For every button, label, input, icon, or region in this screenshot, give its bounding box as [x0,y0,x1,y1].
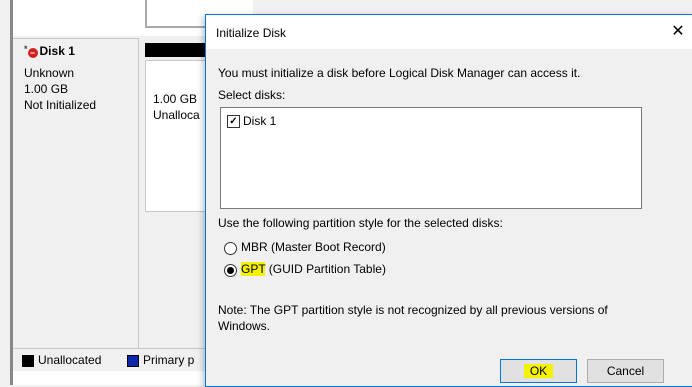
mbr-radio[interactable] [224,242,237,255]
partition-size: 1.00 GB [153,92,198,106]
ok-label: OK [523,364,554,378]
dialog-titlebar[interactable]: Initialize Disk ✕ [206,15,692,49]
gpt-radio-label[interactable]: GPT (GUID Partition Table) [241,262,386,276]
initialize-disk-dialog: Initialize Disk ✕ You must initialize a … [205,14,692,387]
cancel-button[interactable]: Cancel [587,359,664,383]
gpt-highlight: GPT [241,262,266,276]
note-line-1: Note: The GPT partition style is not rec… [218,303,608,317]
instruction-text: You must initialize a disk before Logica… [218,66,581,80]
dialog-title: Initialize Disk [216,26,287,40]
cancel-label: Cancel [606,364,645,378]
radio-selected-dot [227,267,234,274]
note-line-2: Windows. [218,319,271,333]
partition-label: Unalloca [153,108,200,122]
disk-list[interactable]: ✓ Disk 1 [220,107,642,209]
ok-button[interactable]: OK [500,359,577,383]
close-button[interactable]: ✕ [664,19,692,45]
strip-divider [145,0,147,28]
error-icon: − [27,48,38,58]
disk-marker-icon: * [24,44,28,54]
dialog-body: You must initialize a disk before Logica… [206,49,692,386]
select-disks-label: Select disks: [218,88,286,102]
legend-unallocated: Unallocated [38,353,102,367]
unallocated-swatch-icon [22,355,34,367]
close-icon: ✕ [671,23,685,40]
disk-name-text: Disk 1 [39,44,75,58]
legend-primary: Primary p [143,353,195,367]
gpt-radio[interactable] [224,264,237,277]
disk-name: * − Disk 1 [24,44,75,58]
disk-type: Unknown [24,66,75,80]
disk-status: Not Initialized [24,98,97,112]
disk-1-label[interactable]: Disk 1 [243,114,276,128]
partition-style-prompt: Use the following partition style for th… [218,216,503,230]
disk-1-checkbox[interactable]: ✓ [227,115,240,128]
gpt-label-rest: (GUID Partition Table) [265,262,386,276]
mbr-radio-label[interactable]: MBR (Master Boot Record) [241,240,386,254]
checkmark-icon: ✓ [229,116,238,127]
primary-swatch-icon [127,355,139,367]
disk-size: 1.00 GB [24,82,69,96]
